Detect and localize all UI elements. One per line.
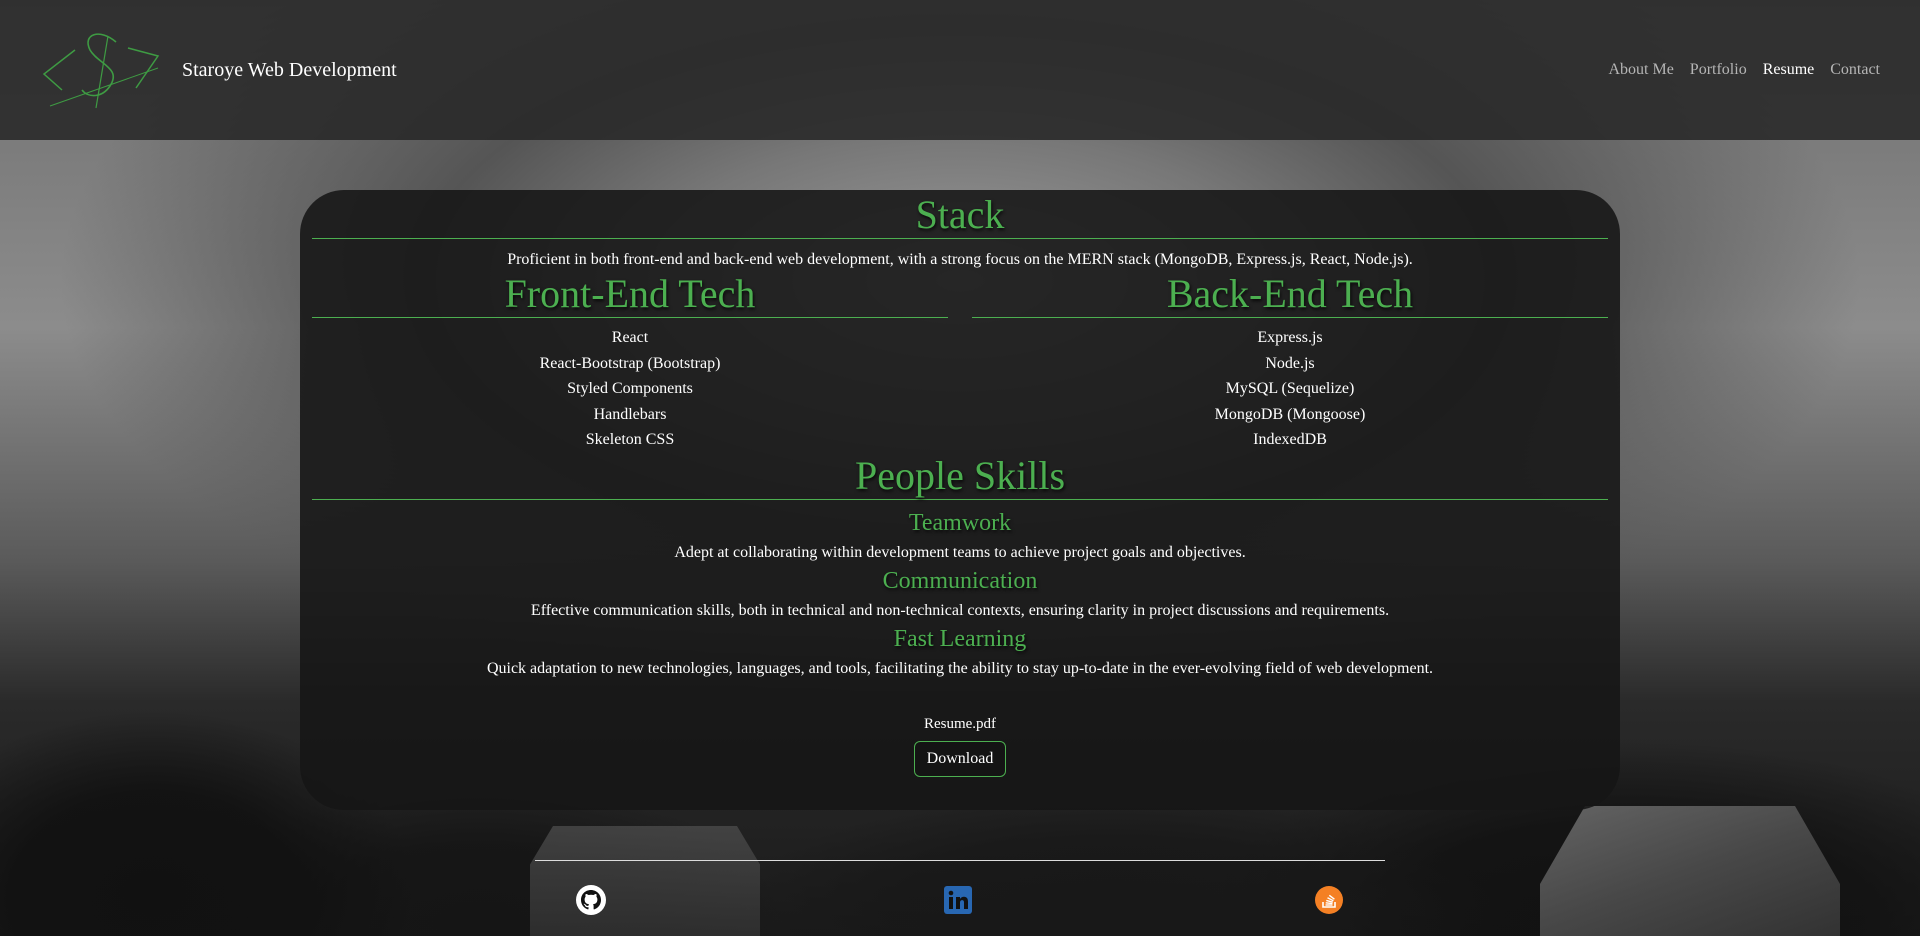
list-item: Styled Components xyxy=(567,380,693,397)
list-item: MongoDB (Mongoose) xyxy=(1214,405,1366,423)
people-skills-divider xyxy=(312,498,1608,500)
skill-description-fast-learning: Quick adaptation to new technologies, la… xyxy=(486,659,1434,677)
skill-description-teamwork: Adept at collaborating within developmen… xyxy=(674,543,1246,561)
frontend-divider xyxy=(312,317,948,318)
footer-divider xyxy=(535,860,1385,861)
stack-heading: Stack xyxy=(915,192,1005,237)
stack-divider xyxy=(312,238,1608,239)
skill-description-communication: Effective communication skills, both in … xyxy=(530,601,1390,619)
nav-portfolio[interactable]: Portfolio xyxy=(1690,61,1747,79)
list-item: IndexedDB xyxy=(1253,431,1327,448)
list-item: React xyxy=(611,329,649,346)
tech-columns: Front-End Tech React React-Bootstrap (Bo… xyxy=(312,271,1608,453)
main-nav: About Me Portfolio Resume Contact xyxy=(1608,61,1880,79)
skill-title-communication: Communication xyxy=(882,567,1038,594)
frontend-column: Front-End Tech React React-Bootstrap (Bo… xyxy=(312,271,948,453)
list-item: Express.js xyxy=(1257,329,1323,346)
people-skills-heading: People Skills xyxy=(854,452,1066,498)
list-item: Handlebars xyxy=(593,405,667,423)
brand-name: Staroye Web Development xyxy=(182,58,397,81)
background-house-left xyxy=(530,826,760,936)
nav-about-me[interactable]: About Me xyxy=(1608,61,1673,79)
stackoverflow-icon[interactable] xyxy=(1313,884,1345,916)
background-house-right xyxy=(1540,806,1840,936)
skill-title-teamwork: Teamwork xyxy=(908,509,1012,536)
list-item: Node.js xyxy=(1265,354,1315,372)
backend-column: Back-End Tech Express.js Node.js MySQL (… xyxy=(972,271,1608,453)
nav-resume[interactable]: Resume xyxy=(1763,61,1815,79)
resume-card: Stack Proficient in both front-end and b… xyxy=(300,190,1620,810)
brand[interactable]: Staroye Web Development xyxy=(40,28,397,112)
backend-list: Express.js Node.js MySQL (Sequelize) Mon… xyxy=(972,325,1608,453)
list-item: MySQL (Sequelize) xyxy=(1225,380,1355,397)
stack-description: Proficient in both front-end and back-en… xyxy=(507,251,1413,268)
download-button[interactable]: Download xyxy=(913,740,1007,777)
github-icon[interactable] xyxy=(575,884,607,916)
nav-contact[interactable]: Contact xyxy=(1830,61,1880,79)
linkedin-icon[interactable] xyxy=(942,884,974,916)
site-header: Staroye Web Development About Me Portfol… xyxy=(0,0,1920,140)
list-item: React-Bootstrap (Bootstrap) xyxy=(539,354,721,372)
list-item: Skeleton CSS xyxy=(585,431,675,448)
skill-title-fast-learning: Fast Learning xyxy=(893,625,1027,652)
logo-icon xyxy=(42,33,160,109)
frontend-heading: Front-End Tech xyxy=(504,271,756,316)
backend-divider xyxy=(972,317,1608,318)
resume-filename: Resume.pdf xyxy=(923,715,997,732)
frontend-list: React React-Bootstrap (Bootstrap) Styled… xyxy=(312,325,948,453)
backend-heading: Back-End Tech xyxy=(1166,271,1414,316)
